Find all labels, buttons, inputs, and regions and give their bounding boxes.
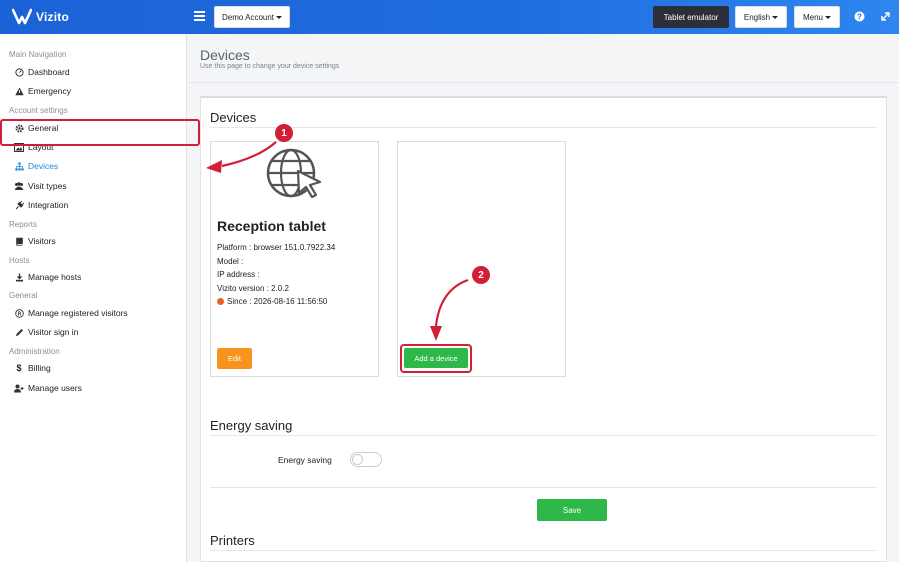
chevron-down-icon bbox=[772, 15, 779, 19]
sidebar-item-label: Visit types bbox=[28, 181, 67, 191]
printers-heading: Printers bbox=[210, 533, 255, 548]
dashboard-icon bbox=[14, 67, 24, 77]
warning-icon bbox=[14, 86, 24, 96]
book-icon bbox=[14, 236, 24, 246]
sidebar-item-manage-users[interactable]: Manage users bbox=[14, 383, 82, 393]
brand-name: Vizito bbox=[36, 10, 69, 24]
header-divider bbox=[188, 82, 899, 83]
section-divider bbox=[210, 550, 877, 551]
expand-icon[interactable] bbox=[880, 11, 891, 22]
toggle-knob bbox=[352, 454, 363, 465]
section-divider bbox=[210, 435, 877, 436]
sidebar-item-dashboard[interactable]: Dashboard bbox=[14, 67, 70, 77]
plug-icon bbox=[14, 200, 24, 210]
sidebar-item-label: Manage hosts bbox=[28, 272, 82, 282]
download-icon bbox=[14, 272, 24, 282]
svg-text:?: ? bbox=[857, 12, 862, 21]
sidebar-item-visit-types[interactable]: Visit types bbox=[14, 181, 67, 191]
sidebar-item-visitor-sign-in[interactable]: Visitor sign in bbox=[14, 327, 78, 337]
sidebar-item-billing[interactable]: $ Billing bbox=[14, 363, 51, 373]
sidebar-item-visitors[interactable]: Visitors bbox=[14, 236, 56, 246]
highlight-box-devices bbox=[0, 119, 200, 146]
energy-saving-label: Energy saving bbox=[278, 455, 332, 465]
page-subtitle: Use this page to change your device sett… bbox=[200, 63, 340, 70]
add-device-button[interactable]: Add a device bbox=[404, 348, 468, 368]
arrow-head-icon bbox=[206, 160, 222, 173]
chevron-down-icon bbox=[825, 15, 831, 19]
page-title: Devices bbox=[200, 47, 250, 63]
language-dropdown[interactable]: English bbox=[735, 6, 787, 28]
top-bar: Vizito Demo Account Tablet emulator Engl… bbox=[0, 0, 899, 34]
user-plus-icon bbox=[14, 383, 24, 393]
language-label: English bbox=[743, 12, 771, 22]
section-divider bbox=[210, 127, 877, 128]
dollar-icon: $ bbox=[16, 363, 22, 373]
sitemap-icon bbox=[14, 161, 24, 171]
energy-saving-heading: Energy saving bbox=[210, 418, 293, 433]
section-main-navigation: Main Navigation bbox=[9, 50, 67, 59]
pencil-icon bbox=[14, 327, 24, 337]
sidebar-item-label: Integration bbox=[28, 200, 69, 210]
menu-label: Menu bbox=[802, 12, 823, 22]
section-administration: Administration bbox=[9, 347, 60, 356]
sidebar-item-label: Visitors bbox=[28, 236, 56, 246]
sidebar-item-label: Devices bbox=[28, 161, 59, 171]
vizito-logo[interactable]: Vizito bbox=[12, 8, 69, 26]
section-general: General bbox=[9, 291, 38, 300]
account-label: Demo Account bbox=[221, 12, 275, 22]
sidebar-item-label: Dashboard bbox=[28, 67, 70, 77]
save-button[interactable]: Save bbox=[537, 499, 607, 521]
sidebar-item-label: Billing bbox=[28, 363, 51, 373]
question-icon[interactable]: ? bbox=[854, 11, 865, 22]
edit-device-button[interactable]: Edit bbox=[217, 348, 252, 369]
sidebar-item-manage-registered-visitors[interactable]: R Manage registered visitors bbox=[14, 308, 128, 318]
sidebar-item-integration[interactable]: Integration bbox=[14, 200, 68, 210]
svg-text:R: R bbox=[17, 311, 21, 317]
menu-dropdown[interactable]: Menu bbox=[794, 6, 840, 28]
section-hosts: Hosts bbox=[9, 256, 30, 265]
arrow-head-icon bbox=[430, 326, 442, 341]
sidebar-item-label: Manage registered visitors bbox=[28, 308, 128, 318]
annotation-arrows bbox=[206, 141, 469, 341]
annotation-badge-2: 2 bbox=[472, 266, 490, 284]
energy-saving-toggle[interactable] bbox=[350, 452, 382, 467]
devices-heading: Devices bbox=[210, 110, 257, 125]
sidebar-item-label: Manage users bbox=[28, 383, 82, 393]
users-icon bbox=[14, 181, 24, 191]
sidebar-item-manage-hosts[interactable]: Manage hosts bbox=[14, 272, 81, 282]
registered-icon: R bbox=[14, 308, 24, 318]
tablet-emulator-label: Tablet emulator bbox=[663, 12, 719, 22]
section-divider bbox=[210, 487, 877, 488]
chevron-down-icon bbox=[276, 15, 283, 19]
annotation-badge-1: 1 bbox=[275, 124, 293, 142]
section-account-settings: Account settings bbox=[9, 106, 68, 115]
account-dropdown[interactable]: Demo Account bbox=[214, 6, 290, 28]
sidebar-item-emergency[interactable]: Emergency bbox=[14, 86, 71, 96]
sidebar-item-label: Visitor sign in bbox=[28, 327, 79, 337]
hamburger-menu-icon[interactable] bbox=[194, 11, 205, 21]
sidebar-item-label: Emergency bbox=[28, 86, 71, 96]
tablet-emulator-button[interactable]: Tablet emulator bbox=[653, 6, 729, 28]
vizito-logo-icon bbox=[12, 8, 32, 25]
section-reports: Reports bbox=[9, 220, 38, 229]
sidebar-item-devices[interactable]: Devices bbox=[14, 161, 58, 171]
